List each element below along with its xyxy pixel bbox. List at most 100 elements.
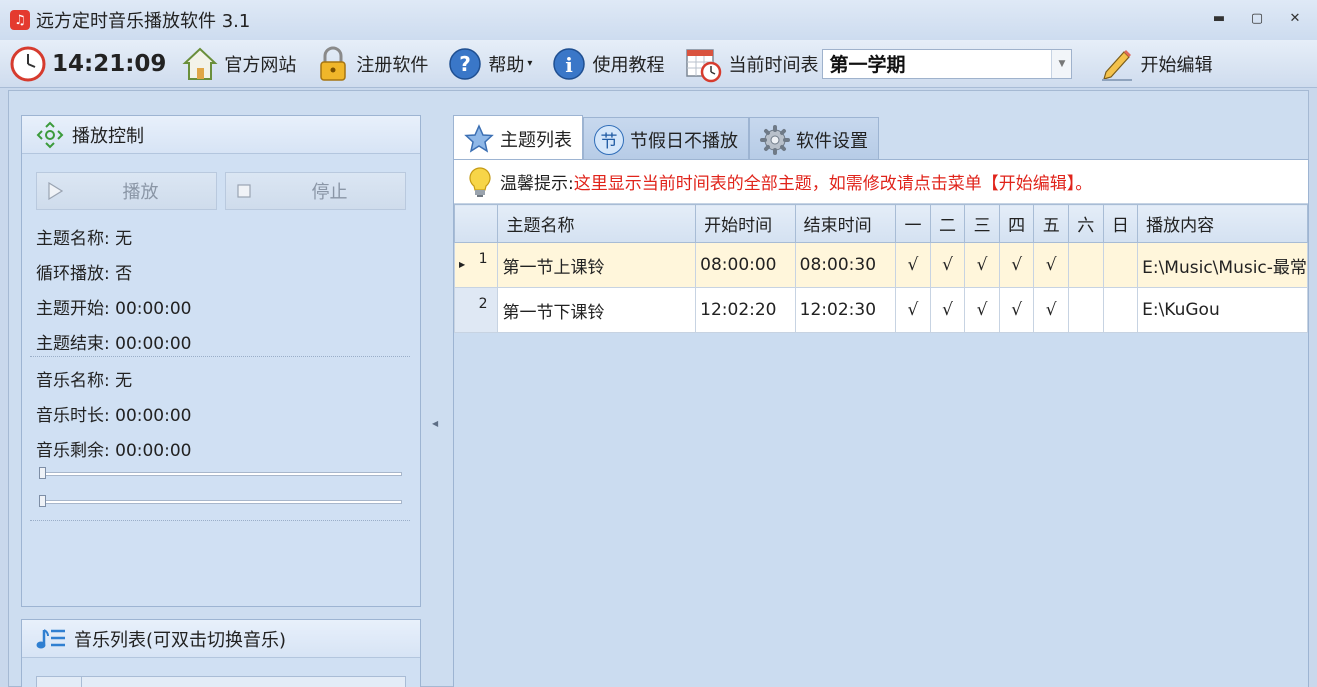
tutorial-button[interactable]: i 使用教程 [546,42,670,86]
tab-holidays-label: 节假日不播放 [630,130,738,152]
music-list-title: 音乐列表(可双击切换音乐) [74,629,287,651]
schedule-select-value: 第一学期 [829,54,906,76]
cell-thu[interactable]: √ [998,287,1035,333]
table-row[interactable]: 2 第一节下课铃 12:02:20 12:02:30 √ √ √ √ √ E:\… [453,287,1308,333]
volume-slider-thumb[interactable] [39,495,46,507]
cell-start[interactable]: 08:00:00 [695,242,796,288]
cell-content[interactable]: E:\Music\Music-最常 [1137,242,1308,288]
website-button[interactable]: 官方网站 [176,42,302,86]
holiday-badge-icon: 节 [594,124,624,155]
theme-start-info: 主题开始: 00:00:00 [36,299,192,319]
schedule-label: 当前时间表 [728,54,819,76]
lightbulb-icon [469,166,491,197]
close-button[interactable]: ✕ [1287,10,1303,26]
schedule-select[interactable]: 第一学期 ▼ [822,48,1073,79]
stop-icon [236,183,254,199]
help-icon: ? [449,47,482,80]
schedule-group: 当前时间表 第一学期 ▼ [678,42,1078,86]
cell-thu[interactable]: √ [998,242,1035,288]
cell-sun[interactable] [1102,287,1139,333]
move-arrows-icon [36,121,64,148]
cell-wed[interactable]: √ [964,287,1000,333]
themes-tab-content: 温馨提示: 这里显示当前时间表的全部主题，如需修改请点击菜单【开始编辑】。 主题… [453,159,1309,687]
playback-panel-title: 播放控制 [72,125,144,147]
divider [30,356,410,357]
edit-button[interactable]: 开始编辑 [1092,42,1218,86]
music-duration-info: 音乐时长: 00:00:00 [36,406,192,426]
pencil-icon [1102,49,1133,81]
svg-text:i: i [566,53,574,77]
cell-content[interactable]: E:\KuGou [1137,287,1308,333]
cell-mon[interactable]: √ [895,287,931,333]
cell-name[interactable]: 第一节下课铃 [497,287,697,333]
row-number[interactable]: 2 [453,287,499,333]
tab-settings-label: 软件设置 [796,130,868,152]
chevron-down-icon: ▾ [527,58,533,69]
column-header-name[interactable]: 主题名称 [497,204,697,243]
column-header-mon[interactable]: 一 [895,204,931,243]
column-header-wed[interactable]: 三 [964,204,1000,243]
progress-slider-thumb[interactable] [39,467,46,479]
stop-button-label: 停止 [311,182,348,203]
play-icon [47,182,65,200]
column-header-sun[interactable]: 日 [1102,204,1139,243]
register-button[interactable]: 注册软件 [310,42,434,86]
music-list-grid[interactable] [36,676,406,687]
theme-name-info: 主题名称: 无 [36,229,133,249]
cell-fri[interactable]: √ [1033,242,1069,288]
clock-icon [10,46,46,81]
cell-end[interactable]: 08:00:30 [794,242,897,288]
tab-themes-label: 主题列表 [500,129,572,151]
home-icon [182,47,218,80]
cell-sat[interactable] [1067,242,1104,288]
help-menu[interactable]: ? 帮助 ▾ [442,42,538,86]
cell-start[interactable]: 12:02:20 [695,287,796,333]
main-area: 播放控制 播放 停止 主题名称: 无 循环播放: 否 主题开始: 00:00:0… [8,90,1309,687]
cell-fri[interactable]: √ [1033,287,1069,333]
table-row[interactable]: ▶ 1 第一节上课铃 08:00:00 08:00:30 √ √ √ √ √ E:… [453,242,1308,288]
column-header-tue[interactable]: 二 [929,204,966,243]
column-header-end[interactable]: 结束时间 [794,204,897,243]
tab-holidays[interactable]: 节 节假日不播放 [583,117,749,161]
maximize-button[interactable]: ▢ [1249,10,1265,26]
cell-name[interactable]: 第一节上课铃 [497,242,697,288]
column-header-content[interactable]: 播放内容 [1137,204,1308,243]
column-header-sat[interactable]: 六 [1067,204,1104,243]
tutorial-label: 使用教程 [592,54,665,76]
column-header-start[interactable]: 开始时间 [695,204,796,243]
current-row-indicator-icon: ▶ [459,260,466,269]
playback-panel-header: 播放控制 [22,116,420,154]
cell-tue[interactable]: √ [929,287,966,333]
chevron-down-icon[interactable]: ▼ [1051,49,1072,78]
play-button-label: 播放 [122,182,159,203]
window-controls: ▬ ▢ ✕ [1211,10,1303,26]
clock-display: 14:21:09 [4,42,172,86]
cell-tue[interactable]: √ [929,242,966,288]
calendar-clock-icon [686,48,722,82]
star-icon [464,123,494,153]
column-header-fri[interactable]: 五 [1033,204,1069,243]
tab-settings[interactable]: 软件设置 [749,117,879,161]
music-remaining-info: 音乐剩余: 00:00:00 [36,441,192,461]
minimize-button[interactable]: ▬ [1211,10,1227,26]
music-list-panel: 音乐列表(可双击切换音乐) [21,619,421,687]
progress-slider[interactable] [39,467,402,479]
column-header-thu[interactable]: 四 [998,204,1035,243]
volume-slider[interactable] [39,495,402,507]
cell-mon[interactable]: √ [895,242,931,288]
row-number[interactable]: ▶ 1 [453,242,499,288]
svg-text:?: ? [460,52,472,76]
splitter-collapse-handle[interactable]: ◀ [432,419,438,428]
playback-panel: 播放控制 播放 停止 主题名称: 无 循环播放: 否 主题开始: 00:00:0… [21,115,421,607]
title-bar: ♫ 远方定时音乐播放软件 3.1 ▬ ▢ ✕ [0,0,1317,40]
cell-sat[interactable] [1067,287,1104,333]
cell-wed[interactable]: √ [964,242,1000,288]
cell-sun[interactable] [1102,242,1139,288]
stop-button[interactable]: 停止 [225,172,406,210]
play-button[interactable]: 播放 [36,172,217,210]
clock-time: 14:21:09 [52,50,167,77]
hint-label: 温馨提示: [500,174,574,194]
cell-end[interactable]: 12:02:30 [794,287,897,333]
divider [30,520,410,521]
tab-themes[interactable]: 主题列表 [453,115,583,161]
